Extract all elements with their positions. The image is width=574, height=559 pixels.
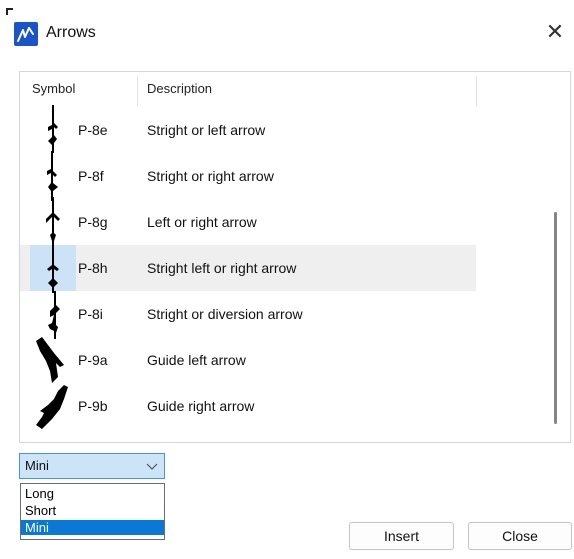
- symbol-code: P-8e: [78, 122, 108, 138]
- chevron-down-icon: [146, 463, 158, 470]
- window-title: Arrows: [46, 24, 96, 41]
- symbol-code: P-9a: [78, 352, 108, 368]
- size-select-options: Long Short Mini: [20, 483, 165, 540]
- list-item[interactable]: P-9b Guide right arrow: [20, 383, 476, 429]
- list-item[interactable]: P-8f Stright or right arrow: [20, 151, 476, 201]
- symbol-code: P-8i: [78, 306, 103, 322]
- vertical-scrollbar[interactable]: [554, 212, 557, 424]
- symbol-description: Stright or diversion arrow: [147, 306, 303, 322]
- list-item[interactable]: P-9a Guide left arrow: [20, 337, 476, 383]
- symbol-code: P-8h: [78, 260, 108, 276]
- symbol-description: Guide right arrow: [147, 398, 255, 414]
- list-item[interactable]: P-8i Stright or diversion arrow: [20, 291, 476, 339]
- list-header: Symbol Description: [20, 72, 570, 106]
- column-divider: [137, 76, 138, 106]
- symbol-code: P-9b: [78, 398, 108, 414]
- list-item[interactable]: P-8g Left or right arrow: [20, 197, 476, 247]
- close-button[interactable]: Close: [468, 522, 572, 550]
- size-select-value: Mini: [25, 458, 49, 473]
- symbol-code: P-8f: [78, 168, 104, 184]
- symbol-description: Stright or left arrow: [147, 122, 266, 138]
- list-item-selected[interactable]: P-8h Stright left or right arrow: [20, 243, 476, 293]
- window-corner-mark: [6, 8, 13, 15]
- symbol-description: Stright left or right arrow: [147, 260, 297, 276]
- close-icon[interactable]: ✕: [542, 19, 568, 45]
- column-header-description[interactable]: Description: [147, 72, 212, 106]
- option-mini[interactable]: Mini: [21, 520, 164, 535]
- symbol-description: Left or right arrow: [147, 214, 257, 230]
- size-select[interactable]: Mini: [19, 453, 165, 479]
- symbol-description: Guide left arrow: [147, 352, 246, 368]
- symbol-code: P-8g: [78, 214, 108, 230]
- option-long[interactable]: Long: [21, 486, 164, 501]
- symbol-list[interactable]: Symbol Description P-8e Stright or left …: [19, 71, 571, 443]
- column-divider: [476, 76, 477, 106]
- symbol-description: Stright or right arrow: [147, 168, 274, 184]
- app-arrow-icon: [14, 22, 38, 46]
- insert-button[interactable]: Insert: [349, 522, 454, 550]
- list-item[interactable]: P-8e Stright or left arrow: [20, 105, 476, 153]
- option-short[interactable]: Short: [21, 503, 164, 518]
- arrow-symbol-p9b-icon: [30, 383, 76, 429]
